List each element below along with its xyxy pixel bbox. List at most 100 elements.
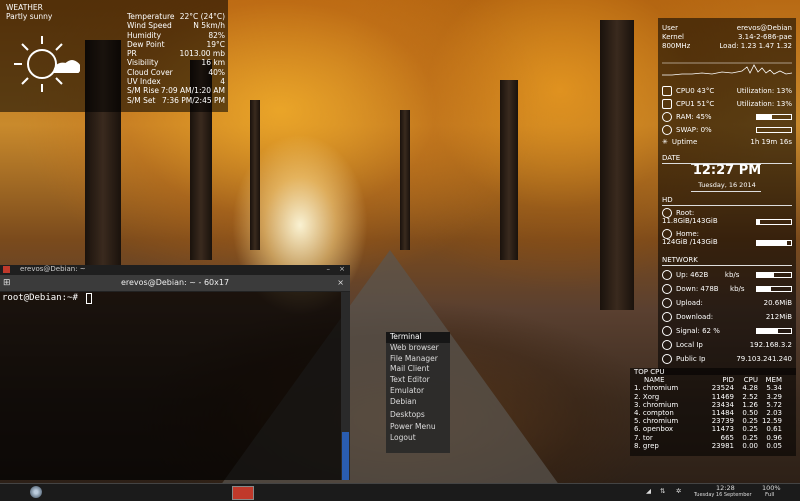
terminal-app-icon [3,266,10,273]
swap-icon [662,125,672,135]
signal-bar [756,328,792,334]
menu-item-text-editor[interactable]: Text Editor [386,375,450,386]
globe-icon [662,354,672,364]
down-graph [755,286,792,292]
terminal-titlebar[interactable]: erevos@Debian: ~ – × [0,265,350,275]
ram-bar [756,114,792,120]
cpu-icon [662,86,672,96]
close-button[interactable]: × [339,265,345,273]
terminal-window[interactable]: erevos@Debian: ~ – × ⊞ erevos@Debian: ~ … [0,265,350,480]
weather-condition: Partly sunny [6,12,53,21]
process-row: 6. openbox 11473 0.25 0.61 [634,425,782,434]
user-row: User erevos@Debian [662,24,792,32]
weather-widget: WEATHER Partly sunny Temperature 22°C (24… [0,0,228,112]
weather-row: Humidity 82% [127,30,225,40]
signal-row: Signal: 62 % [662,326,792,336]
process-row: 1. chromium 23524 4.28 5.34 [634,384,782,393]
terminal-output[interactable]: root@Debian:~# [0,292,341,480]
downspeed-row: Down: 478B kb/s [662,284,792,294]
up-graph [756,272,792,278]
process-row: 4. compton 11484 0.50 2.03 [634,409,782,418]
start-menu-icon[interactable] [30,486,42,498]
weather-header: WEATHER [6,3,43,12]
uptime-row: ✳ Uptime 1h 19m 16s [662,138,792,146]
cpu-graph [662,62,792,76]
taskbar-clock-date: Tuesday 16 September [694,492,752,498]
download-row: Download: 212MiB [662,312,792,322]
terminal-prompt: root@Debian:~# [2,293,84,303]
weather-row: Visibility 16 km [127,58,225,68]
terminal-tabbar: ⊞ erevos@Debian: ~ - 60x17 × [0,275,350,292]
terminal-scrollbar[interactable] [341,292,350,480]
taskbar: ◢ ⇅ ✲ 12:28 Tuesday 16 September 100% Fu… [0,483,800,501]
cpu-icon [662,99,672,109]
terminal-window-title: erevos@Debian: ~ [20,265,86,273]
root-usage-row: 11.8GiB/143GiB [662,217,792,226]
weather-row: Wind Speed N 5km/h [127,21,225,31]
tab-close-icon[interactable]: × [337,278,344,287]
menu-item-terminal[interactable]: Terminal [386,332,450,343]
partly-sunny-icon [14,36,80,92]
top-cpu-header: TOP CPU [634,368,665,376]
weather-row: S/M Set 7:36 PM/2:45 PM [127,95,225,105]
cpu1-row: CPU1 51°C Utilization: 13% [662,99,792,109]
ram-icon [662,112,672,122]
cpu0-row: CPU0 43°C Utilization: 13% [662,86,792,96]
menu-item-logout[interactable]: Logout [386,433,450,444]
swap-bar [756,127,792,133]
process-row: 2. Xorg 11469 2.52 3.29 [634,392,782,401]
clock-date: Tuesday, 16 2014 [698,181,756,189]
process-row: 3. chromium 23434 1.26 5.72 [634,400,782,409]
system-monitor-panel: User erevos@Debian Kernel 3.14-2-686-pae 8… [658,18,796,375]
down-arrow-icon [662,284,672,294]
process-row: 8. grep 23981 0.00 0.05 [634,441,782,450]
root-bar [756,218,792,225]
menu-item-desktops[interactable]: Desktops [386,410,450,421]
local-ip-row: Local Ip 192.168.3.2 [662,340,792,350]
signal-icon [662,326,672,336]
terminal-tab-title[interactable]: erevos@Debian: ~ - 60x17 [0,278,350,287]
clock-time: 12:27 PM [692,163,762,178]
menu-item-mail-client[interactable]: Mail Client [386,364,450,375]
network-tray-icon[interactable]: ⇅ [660,487,665,495]
battery-percent: 100% [762,484,781,492]
home-bar [756,239,792,246]
battery-status: Full [765,492,775,498]
home-usage-row: 124GiB /143GiB [662,238,792,247]
public-ip-row: Public Ip 79.103.241.240 [662,354,792,364]
process-row: 5. chromium 23739 0.25 12.59 [634,417,782,426]
up-arrow-icon [662,270,672,280]
menu-item-debian[interactable]: Debian [386,397,450,408]
network-header: NETWORK [662,256,792,266]
top-cpu-widget: TOP CPU NAME PID CPU MEM 1. chromium 23524 4.… [630,368,796,456]
settings-tray-icon[interactable]: ✲ [676,487,681,495]
terminal-task-button[interactable] [232,486,254,500]
local-network-icon [662,340,672,350]
weather-row: Dew Point 19°C [127,39,225,49]
root-menu: Terminal Web browser File Manager Mail C… [386,332,450,453]
upload-icon [662,298,672,308]
tree-trunk [400,110,410,250]
volume-icon[interactable]: ◢ [646,487,651,495]
process-row: 7. tor 665 0.25 0.96 [634,433,782,442]
weather-row: UV Index 4 [127,77,225,87]
taskbar-clock-time[interactable]: 12:28 [716,484,735,492]
uptime-icon: ✳ [662,138,668,146]
menu-item-file-manager[interactable]: File Manager [386,354,450,365]
weather-row: Temperature 22°C (24°C) [127,12,225,21]
ram-row: RAM: 45% [662,112,792,122]
menu-item-power-menu[interactable]: Power Menu [386,422,450,433]
top-cpu-columns: NAME PID CPU MEM [644,376,782,385]
kernel-row: Kernel 3.14-2-686-pae [662,33,792,41]
freq-row: 800MHz Load: 1.23 1.47 1.32 [662,42,792,50]
weather-row: S/M Rise 7:09 AM/1:20 AM [127,86,225,96]
menu-item-emulator[interactable]: Emulator [386,386,450,397]
tree-trunk [500,80,518,260]
weather-details: Temperature 22°C (24°C) Wind Speed N 5km/h… [127,12,225,105]
weather-row: PR 1013.00 mb [127,49,225,59]
terminal-cursor [86,293,92,304]
tree-trunk [250,100,260,250]
hd-header: HD [662,196,792,206]
minimize-button[interactable]: – [327,265,331,273]
menu-item-web-browser[interactable]: Web browser [386,343,450,354]
